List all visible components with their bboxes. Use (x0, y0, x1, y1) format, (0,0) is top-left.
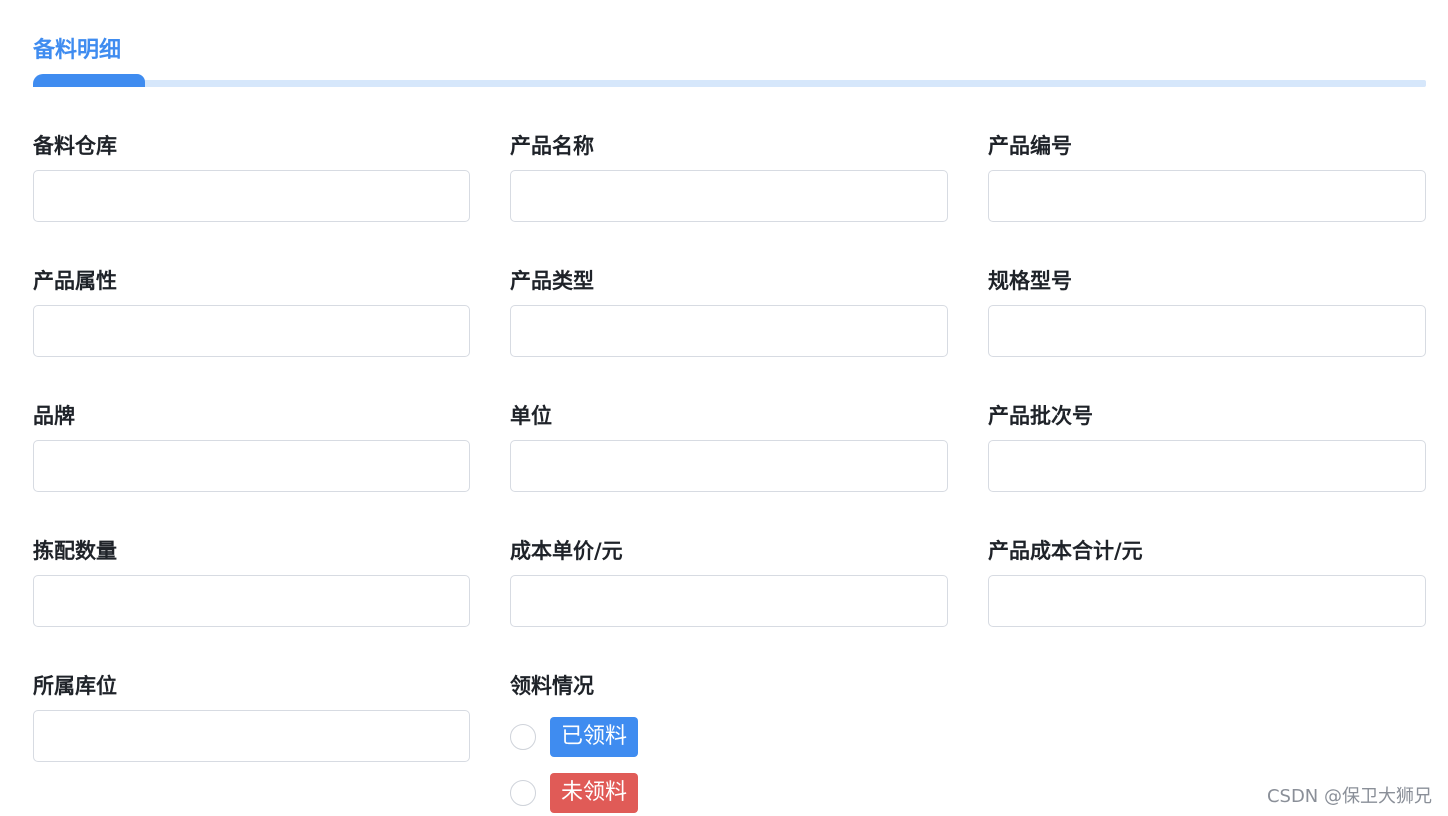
warehouse-label: 备料仓库 (33, 134, 117, 158)
unit-cost-label: 成本单价/元 (510, 539, 623, 563)
batch-no-label: 产品批次号 (988, 404, 1093, 428)
product-name-input[interactable] (510, 170, 948, 222)
total-cost-label: 产品成本合计/元 (988, 539, 1143, 563)
unit-input[interactable] (510, 440, 948, 492)
spec-model-input[interactable] (988, 305, 1426, 357)
product-code-label: 产品编号 (988, 134, 1072, 158)
product-type-input[interactable] (510, 305, 948, 357)
pickup-status-option-picked[interactable]: 已领料 (510, 717, 639, 757)
location-label: 所属库位 (33, 674, 117, 698)
watermark: CSDN @保卫大狮兄 (1266, 786, 1432, 807)
radio-button[interactable] (510, 780, 536, 806)
product-attr-label: 产品属性 (33, 269, 117, 293)
pick-qty-label: 拣配数量 (33, 539, 117, 563)
picked-tag[interactable]: 已领料 (550, 717, 639, 757)
brand-input[interactable] (33, 440, 470, 492)
warehouse-input[interactable] (33, 170, 470, 222)
unit-label: 单位 (510, 404, 552, 428)
section-title: 备料明细 (33, 38, 122, 63)
unit-cost-input[interactable] (510, 575, 948, 627)
pick-qty-input[interactable] (33, 575, 470, 627)
section-divider (33, 80, 1426, 87)
spec-model-label: 规格型号 (988, 269, 1072, 293)
batch-no-input[interactable] (988, 440, 1426, 492)
product-attr-input[interactable] (33, 305, 470, 357)
product-code-input[interactable] (988, 170, 1426, 222)
product-name-label: 产品名称 (510, 134, 594, 158)
brand-label: 品牌 (33, 404, 75, 428)
location-input[interactable] (33, 710, 470, 762)
total-cost-input[interactable] (988, 575, 1426, 627)
radio-button[interactable] (510, 724, 536, 750)
product-type-label: 产品类型 (510, 269, 594, 293)
section-divider-active (33, 74, 145, 87)
unpicked-tag[interactable]: 未领料 (550, 773, 639, 813)
pickup-status-option-unpicked[interactable]: 未领料 (510, 773, 639, 813)
pickup-status-label: 领料情况 (510, 674, 594, 698)
detail-form-page: 备料明细 备料仓库 产品名称 产品编号 产品属性 产品类型 规格型号 品牌 单位… (0, 0, 1448, 816)
